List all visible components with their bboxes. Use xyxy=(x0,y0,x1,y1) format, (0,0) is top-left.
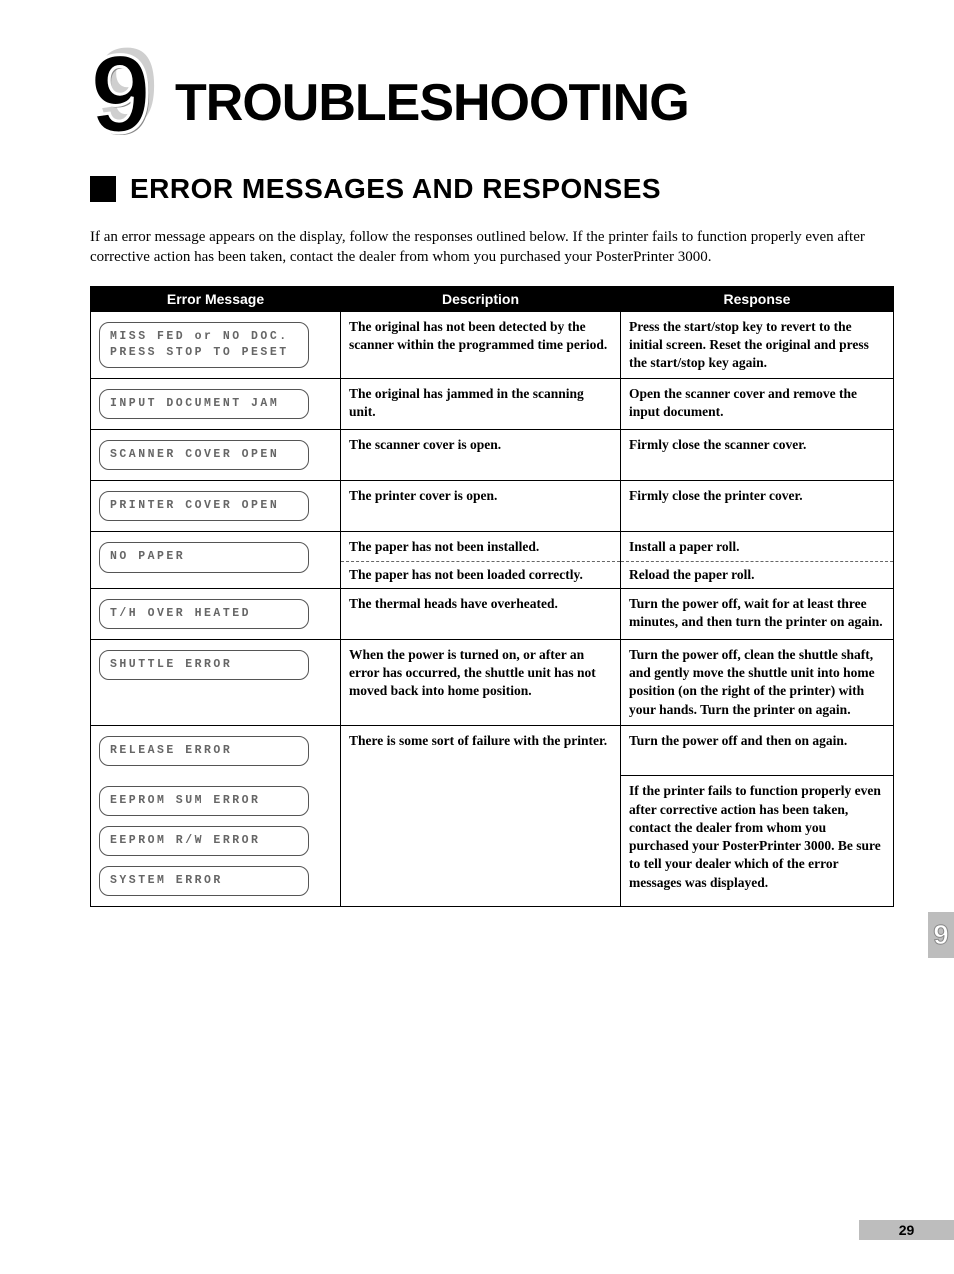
table-row: PRINTER COVER OPEN The printer cover is … xyxy=(91,481,894,532)
response-cell: Turn the power off, wait for at least th… xyxy=(621,588,894,639)
table-row: INPUT DOCUMENT JAM The original has jamm… xyxy=(91,379,894,430)
section-title: ERROR MESSAGES AND RESPONSES xyxy=(130,173,661,205)
response-cell: Open the scanner cover and remove the in… xyxy=(621,379,894,430)
description-cell: The thermal heads have overheated. xyxy=(341,588,621,639)
chapter-title: TROUBLESHOOTING xyxy=(175,77,689,135)
message-cell: EEPROM SUM ERROR EEPROM R/W ERROR SYSTEM… xyxy=(91,776,341,907)
section-heading: ERROR MESSAGES AND RESPONSES xyxy=(90,173,894,205)
message-cell: PRINTER COVER OPEN xyxy=(91,481,341,532)
description-cell: When the power is turned on, or after an… xyxy=(341,639,621,725)
lcd-panel: SYSTEM ERROR xyxy=(99,866,309,896)
description-cell: There is some sort of failure with the p… xyxy=(341,725,621,906)
page-number: 29 xyxy=(899,1222,915,1238)
lcd-panel: NO PAPER xyxy=(99,542,309,572)
description-cell: The original has jammed in the scanning … xyxy=(341,379,621,430)
message-cell: NO PAPER xyxy=(91,532,341,588)
lcd-panel: SHUTTLE ERROR xyxy=(99,650,309,680)
header-message: Error Message xyxy=(91,286,341,311)
description-cell: The original has not been detected by th… xyxy=(341,311,621,379)
lcd-panel: SCANNER COVER OPEN xyxy=(99,440,309,470)
dashed-divider xyxy=(341,561,620,562)
dashed-divider xyxy=(621,561,893,562)
description-cell: The printer cover is open. xyxy=(341,481,621,532)
header-description: Description xyxy=(341,286,621,311)
response-cell: Firmly close the printer cover. xyxy=(621,481,894,532)
table-row: T/H OVER HEATED The thermal heads have o… xyxy=(91,588,894,639)
lcd-panel: EEPROM SUM ERROR xyxy=(99,786,309,816)
lcd-panel: RELEASE ERROR xyxy=(99,736,309,766)
response-cell: Install a paper roll. Reload the paper r… xyxy=(621,532,894,588)
description-cell: The paper has not been installed. The pa… xyxy=(341,532,621,588)
response-cell: Press the start/stop key to revert to th… xyxy=(621,311,894,379)
table-row: MISS FED or NO DOC. PRESS STOP TO PESET … xyxy=(91,311,894,379)
lcd-panel: MISS FED or NO DOC. PRESS STOP TO PESET xyxy=(99,322,309,368)
lcd-panel: T/H OVER HEATED xyxy=(99,599,309,629)
lcd-panel: INPUT DOCUMENT JAM xyxy=(99,389,309,419)
lcd-panel: PRINTER COVER OPEN xyxy=(99,491,309,521)
intro-paragraph: If an error message appears on the displ… xyxy=(90,227,894,268)
message-cell: T/H OVER HEATED xyxy=(91,588,341,639)
response-cell: If the printer fails to function properl… xyxy=(621,776,894,907)
message-cell: SCANNER COVER OPEN xyxy=(91,430,341,481)
page-number-bar: 29 xyxy=(859,1220,954,1240)
side-tab-number: 9 xyxy=(933,919,949,951)
table-row: SCANNER COVER OPEN The scanner cover is … xyxy=(91,430,894,481)
lcd-line: MISS FED or NO DOC. xyxy=(110,329,298,345)
message-cell: SHUTTLE ERROR xyxy=(91,639,341,725)
response-cell: Turn the power off, clean the shuttle sh… xyxy=(621,639,894,725)
response-cell: Firmly close the scanner cover. xyxy=(621,430,894,481)
chapter-heading: 9 9 TROUBLESHOOTING xyxy=(90,40,894,135)
message-cell: MISS FED or NO DOC. PRESS STOP TO PESET xyxy=(91,311,341,379)
error-table: Error Message Description Response MISS … xyxy=(90,286,894,908)
message-cell: RELEASE ERROR xyxy=(91,725,341,776)
chapter-number: 9 9 xyxy=(90,40,165,135)
message-cell: INPUT DOCUMENT JAM xyxy=(91,379,341,430)
header-response: Response xyxy=(621,286,894,311)
section-bullet xyxy=(90,176,116,202)
table-header-row: Error Message Description Response xyxy=(91,286,894,311)
side-tab: 9 xyxy=(928,912,954,958)
table-row: NO PAPER The paper has not been installe… xyxy=(91,532,894,588)
table-row: SHUTTLE ERROR When the power is turned o… xyxy=(91,639,894,725)
response-cell: Turn the power off and then on again. xyxy=(621,725,894,776)
lcd-line: PRESS STOP TO PESET xyxy=(110,345,298,361)
lcd-panel: EEPROM R/W ERROR xyxy=(99,826,309,856)
table-row: RELEASE ERROR There is some sort of fail… xyxy=(91,725,894,776)
description-cell: The scanner cover is open. xyxy=(341,430,621,481)
